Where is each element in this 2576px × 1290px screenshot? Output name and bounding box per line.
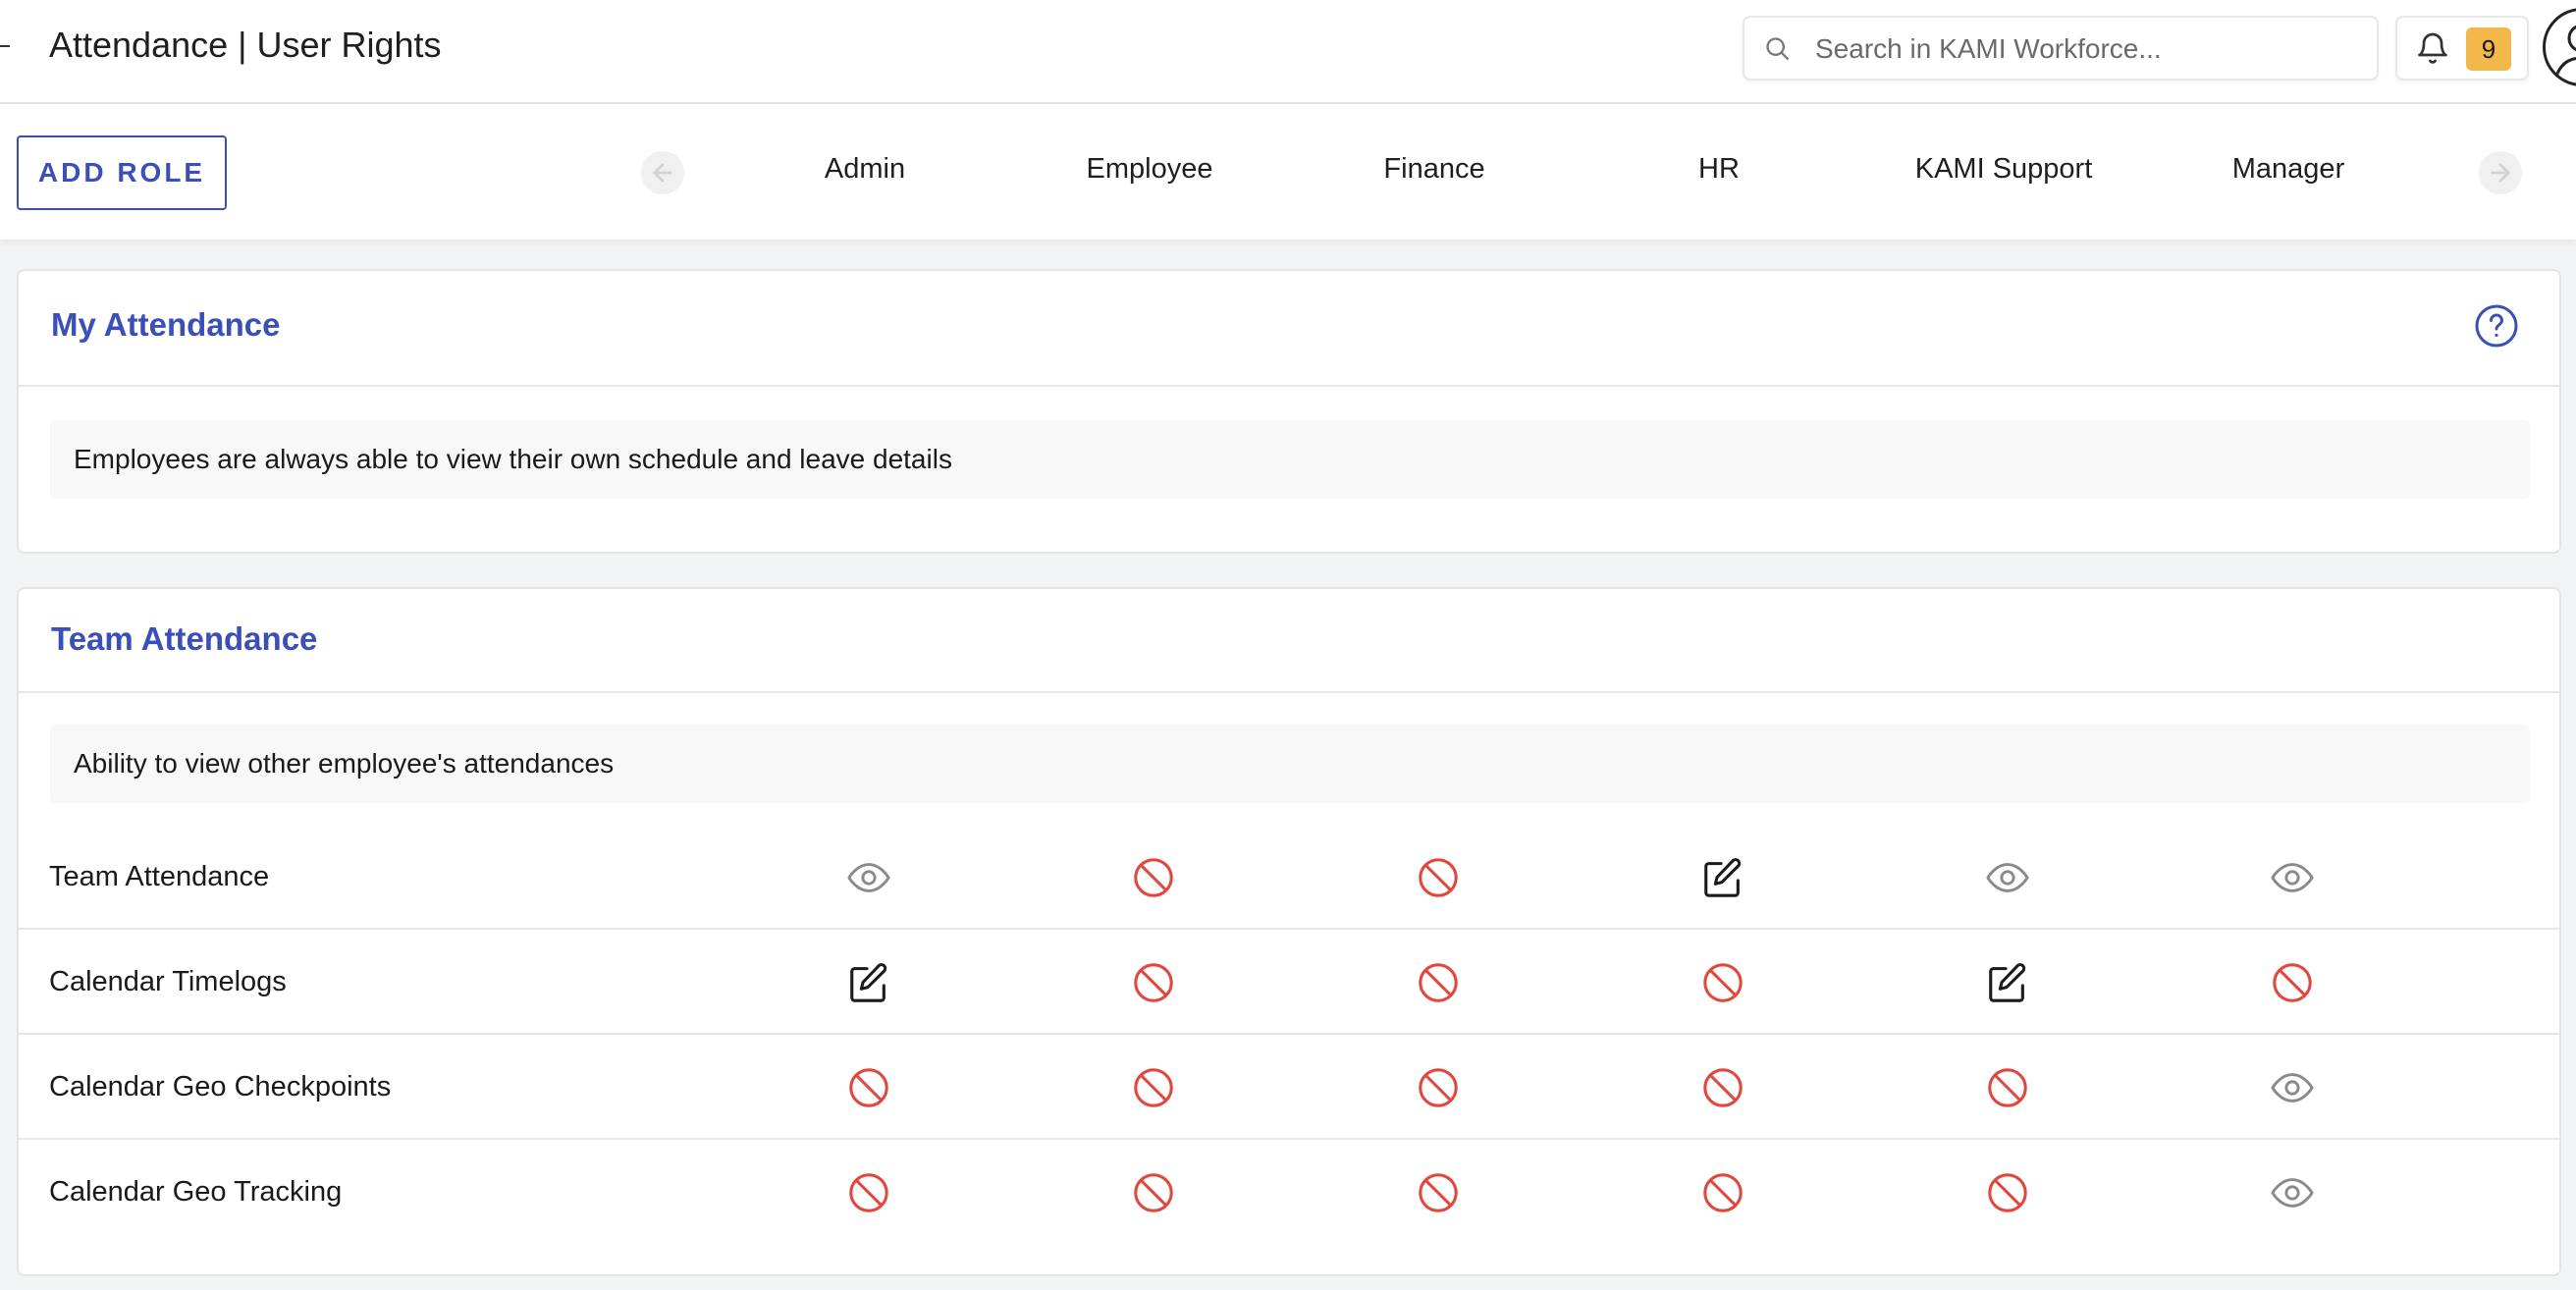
table-row: Calendar Geo Tracking — [19, 1140, 2559, 1245]
scroll-right-button[interactable] — [2479, 151, 2522, 194]
row-label: Calendar Timelogs — [49, 966, 287, 997]
menu-toggle[interactable] — [0, 45, 10, 47]
role-tab-hr[interactable]: HR — [1577, 153, 1861, 186]
no-access-icon[interactable] — [1985, 1170, 2030, 1215]
arrow-left-icon — [653, 163, 672, 183]
my-attendance-note: Employees are always able to view their … — [50, 420, 2530, 499]
row-label: Team Attendance — [49, 861, 270, 892]
search-box[interactable] — [1743, 16, 2379, 81]
notifications-button[interactable]: 9 — [2395, 16, 2529, 81]
no-access-icon[interactable] — [1416, 960, 1461, 1005]
edit-icon[interactable] — [1985, 960, 2030, 1005]
my-attendance-card: My Attendance Employees are always able … — [17, 269, 2561, 554]
add-role-button[interactable]: ADD ROLE — [17, 135, 227, 210]
eye-icon[interactable] — [2270, 1065, 2315, 1110]
table-row: Team Attendance — [19, 825, 2559, 930]
top-bar: Attendance | User Rights 9 — [0, 0, 2576, 104]
no-access-icon[interactable] — [1700, 1065, 1745, 1110]
no-access-icon[interactable] — [1700, 1170, 1745, 1215]
search-input[interactable] — [1813, 18, 2367, 81]
edit-icon[interactable] — [1700, 855, 1745, 900]
no-access-icon[interactable] — [1131, 1170, 1176, 1215]
eye-icon[interactable] — [1985, 855, 2030, 900]
team-attendance-header: Team Attendance — [19, 589, 2559, 693]
role-tab-employee[interactable]: Employee — [1007, 153, 1292, 186]
no-access-icon[interactable] — [1131, 1065, 1176, 1110]
eye-icon[interactable] — [2270, 1170, 2315, 1215]
page-title: Attendance | User Rights — [49, 25, 442, 65]
table-row: Calendar Timelogs — [19, 930, 2559, 1035]
notification-count-badge: 9 — [2466, 27, 2511, 71]
bell-icon — [2418, 32, 2447, 64]
edit-icon[interactable] — [846, 960, 891, 1005]
role-tab-finance[interactable]: Finance — [1292, 153, 1577, 186]
no-access-icon[interactable] — [846, 1170, 891, 1215]
no-access-icon[interactable] — [1416, 1170, 1461, 1215]
eye-icon[interactable] — [846, 855, 891, 900]
no-access-icon[interactable] — [1131, 855, 1176, 900]
no-access-icon[interactable] — [1700, 960, 1745, 1005]
table-row: Calendar Geo Checkpoints — [19, 1035, 2559, 1140]
role-tab-manager[interactable]: Manager — [2146, 153, 2431, 186]
no-access-icon[interactable] — [1416, 855, 1461, 900]
eye-icon[interactable] — [2270, 855, 2315, 900]
my-attendance-title: My Attendance — [51, 306, 281, 343]
user-avatar-icon — [2553, 25, 2576, 81]
no-access-icon[interactable] — [1416, 1065, 1461, 1110]
row-label: Calendar Geo Checkpoints — [49, 1071, 392, 1102]
no-access-icon[interactable] — [2270, 960, 2315, 1005]
no-access-icon[interactable] — [1131, 960, 1176, 1005]
avatar[interactable] — [2543, 8, 2576, 86]
role-bar: ADD ROLE Admin Employee Finance HR KAMI … — [0, 104, 2576, 240]
row-label: Calendar Geo Tracking — [49, 1176, 343, 1208]
team-attendance-title: Team Attendance — [51, 620, 318, 657]
no-access-icon[interactable] — [1985, 1065, 2030, 1110]
team-attendance-card: Team Attendance Ability to view other em… — [17, 587, 2561, 1276]
my-attendance-header: My Attendance — [19, 271, 2559, 387]
no-access-icon[interactable] — [846, 1065, 891, 1110]
role-tab-admin[interactable]: Admin — [723, 153, 1007, 186]
team-attendance-note: Ability to view other employee's attenda… — [50, 725, 2530, 803]
scroll-left-button[interactable] — [641, 151, 684, 194]
help-icon[interactable] — [2473, 302, 2520, 349]
role-tab-kami-support[interactable]: KAMI Support — [1861, 153, 2146, 186]
search-icon — [1766, 37, 1790, 61]
arrow-right-icon — [2491, 163, 2510, 183]
